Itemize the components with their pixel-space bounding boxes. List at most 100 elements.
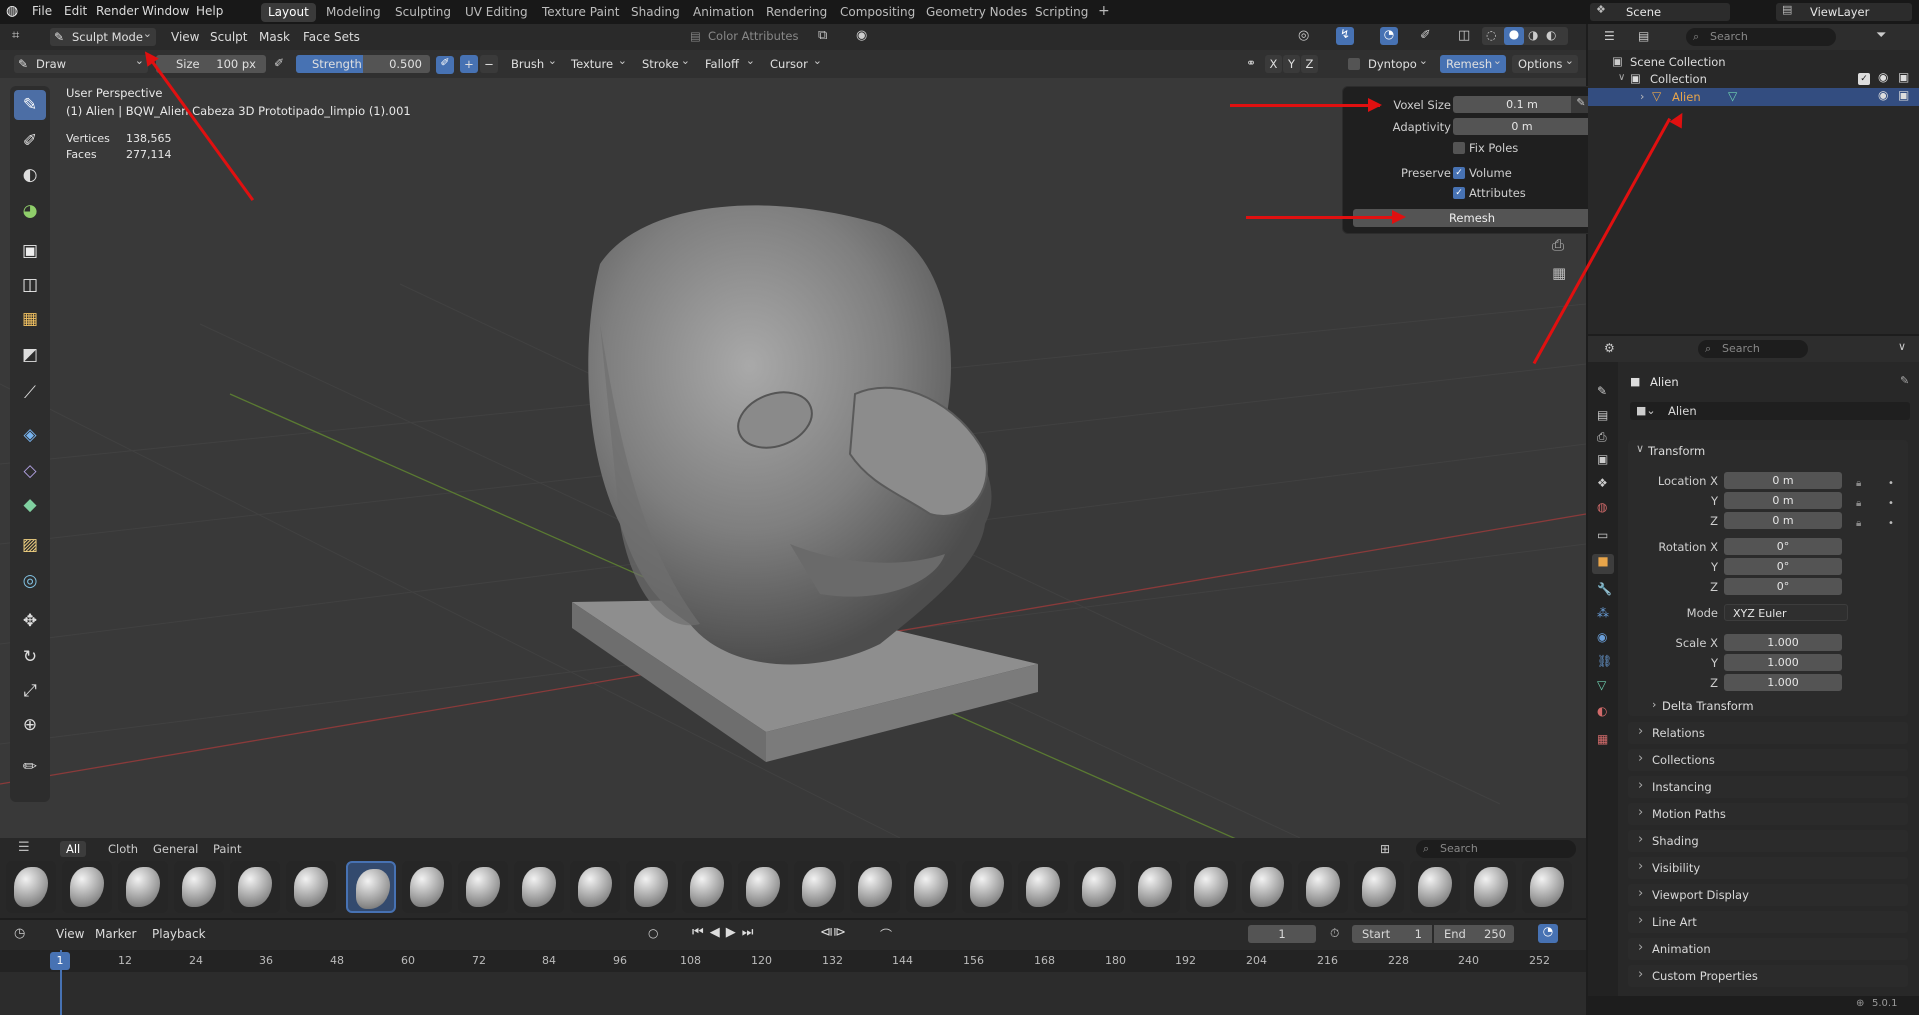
blender-logo-icon[interactable]: ◍: [6, 3, 18, 19]
mesh-data-icon[interactable]: ▽: [1728, 89, 1737, 103]
camera-icon[interactable]: ▣: [1898, 88, 1909, 102]
playback-controls-icon[interactable]: ⏮◀▶⏭: [692, 925, 759, 940]
brush-thumbnail[interactable]: [906, 861, 956, 913]
stroke-dropdown[interactable]: Stroke: [636, 52, 694, 73]
box-trim-tool-icon[interactable]: ◩: [14, 340, 46, 370]
mask-by-color-tool-icon[interactable]: ◎: [14, 566, 46, 596]
size-field[interactable]: Size 100 px: [156, 55, 266, 73]
shading-section[interactable]: Shading: [1628, 829, 1908, 852]
location-y-field[interactable]: 0 m: [1724, 492, 1842, 509]
hamburger-menu-icon[interactable]: ☰: [18, 840, 30, 855]
object-name-field[interactable]: ■⌄ Alien: [1630, 402, 1910, 420]
brush-thumbnail[interactable]: [570, 861, 620, 913]
smooth-tool-icon[interactable]: ◐: [14, 160, 46, 190]
shelf-search-input[interactable]: ⌕ Search: [1416, 840, 1576, 858]
menu-help[interactable]: Help: [196, 4, 223, 18]
mirror-icon[interactable]: ⚭: [1246, 56, 1256, 70]
cursor-dropdown[interactable]: Cursor: [764, 52, 826, 73]
cloth-filter-tool-icon[interactable]: ◇: [14, 456, 46, 486]
tab-layout[interactable]: Layout: [261, 3, 316, 22]
brush-thumbnail[interactable]: [794, 861, 844, 913]
scale-z-field[interactable]: 1.000: [1724, 674, 1842, 691]
sculpt-curve-icon[interactable]: ✐: [1420, 28, 1431, 43]
brush-thumbnail[interactable]: [1130, 861, 1180, 913]
particles-tab-icon[interactable]: ⁂: [1597, 606, 1609, 620]
scale-y-field[interactable]: 1.000: [1724, 654, 1842, 671]
timeline-editor-type-icon[interactable]: ◷: [14, 926, 25, 941]
brush-thumbnail[interactable]: [682, 861, 732, 913]
brush-thumbnail[interactable]: [626, 861, 676, 913]
tab-sculpting[interactable]: Sculpting: [388, 3, 458, 22]
symmetry-z-toggle[interactable]: Z: [1301, 55, 1318, 73]
start-frame-field[interactable]: Start 1: [1352, 925, 1432, 943]
color-attributes-selector[interactable]: ▤ Color Attributes: [688, 29, 806, 46]
brush-thumbnail[interactable]: [1522, 861, 1572, 913]
menu-edit[interactable]: Edit: [64, 4, 87, 18]
edit-face-set-tool-icon[interactable]: ▨: [14, 530, 46, 560]
current-frame-field[interactable]: 1: [1248, 925, 1316, 943]
rotation-z-field[interactable]: 0°: [1724, 578, 1842, 595]
gizmo-toggle-icon[interactable]: ↯: [1336, 27, 1354, 45]
rotation-mode-dropdown[interactable]: XYZ Euler: [1724, 604, 1848, 621]
tab-geometry-nodes[interactable]: Geometry Nodes: [919, 3, 1034, 22]
brush-thumbnail[interactable]: [962, 861, 1012, 913]
collapse-chevron-icon[interactable]: ∨: [1618, 72, 1625, 83]
menu-window[interactable]: Window: [142, 4, 189, 18]
dyntopo-checkbox[interactable]: [1348, 58, 1360, 70]
falloff-dropdown[interactable]: Falloff: [699, 52, 759, 73]
brush-thumbnail[interactable]: [286, 861, 336, 913]
tab-rendering[interactable]: Rendering: [759, 3, 834, 22]
move-tool-icon[interactable]: ✥: [14, 606, 46, 636]
preserve-volume-checkbox[interactable]: ✓: [1453, 167, 1465, 179]
brush-thumbnail[interactable]: [850, 861, 900, 913]
brush-thumbnail[interactable]: [230, 861, 280, 913]
properties-search-input[interactable]: ⌕ Search: [1698, 340, 1808, 358]
properties-options-icon[interactable]: ∨: [1898, 340, 1906, 353]
visibility-icon[interactable]: ◎: [1298, 28, 1309, 43]
brush-thumbnail[interactable]: [1354, 861, 1404, 913]
brush-thumbnail[interactable]: [1410, 861, 1460, 913]
line-project-tool-icon[interactable]: ⟋: [14, 378, 46, 408]
menu-mask[interactable]: Mask: [259, 30, 290, 44]
timeline-menu-playback[interactable]: Playback: [152, 927, 206, 941]
box-mask-tool-icon[interactable]: ▣: [14, 236, 46, 266]
properties-editor-type-icon[interactable]: ⚙: [1604, 341, 1615, 355]
object-name-alien[interactable]: Alien: [1672, 90, 1701, 104]
output-tab-icon[interactable]: ⎙: [1597, 430, 1607, 445]
brush-thumbnail[interactable]: [118, 861, 168, 913]
timeline-track-area[interactable]: [0, 972, 1586, 1015]
scale-tool-icon[interactable]: ⤢: [14, 676, 46, 706]
motion-paths-section[interactable]: Motion Paths: [1628, 802, 1908, 825]
scene-collection-label[interactable]: Scene Collection: [1630, 55, 1726, 69]
rotate-tool-icon[interactable]: ↻: [14, 642, 46, 672]
brush-thumbnail[interactable]: [6, 861, 56, 913]
location-z-field[interactable]: 0 m: [1724, 512, 1842, 529]
tool-tab-icon[interactable]: ✎: [1597, 384, 1607, 398]
tab-compositing[interactable]: Compositing: [833, 3, 922, 22]
brush-thumbnail[interactable]: [174, 861, 224, 913]
object-tab-icon[interactable]: ■: [1592, 554, 1614, 574]
direction-subtract-button[interactable]: −: [480, 55, 498, 73]
menu-render[interactable]: Render: [96, 4, 139, 18]
display-size-icon[interactable]: ⊞: [1380, 842, 1390, 856]
rendered-shading-icon[interactable]: ◐: [1546, 28, 1556, 42]
collection-label[interactable]: Collection: [1650, 72, 1707, 86]
annotate-tool-icon[interactable]: ✏: [14, 752, 46, 782]
filter-icon[interactable]: ⏷: [1876, 28, 1886, 43]
delta-transform-header[interactable]: Delta Transform: [1662, 699, 1754, 713]
mode-selector[interactable]: ✎ Sculpt Mode: [50, 25, 156, 46]
menu-file[interactable]: File: [32, 4, 52, 18]
brush-thumbnail[interactable]: [458, 861, 508, 913]
solid-shading-icon[interactable]: ●: [1504, 27, 1524, 45]
remesh-dropdown[interactable]: Remesh: [1440, 52, 1506, 73]
preview-range-icon[interactable]: ⏱: [1330, 926, 1339, 941]
transform-header[interactable]: Transform: [1648, 444, 1705, 458]
shelf-tab-general[interactable]: General: [153, 842, 198, 856]
relations-section[interactable]: Relations: [1628, 721, 1908, 744]
xray-icon[interactable]: ◫: [1458, 28, 1470, 43]
options-dropdown[interactable]: Options: [1512, 52, 1578, 73]
brush-thumbnail[interactable]: [1298, 861, 1348, 913]
brush-dropdown[interactable]: Brush: [505, 52, 561, 73]
brush-thumbnail[interactable]: [1018, 861, 1068, 913]
brush-thumbnail[interactable]: [1074, 861, 1124, 913]
